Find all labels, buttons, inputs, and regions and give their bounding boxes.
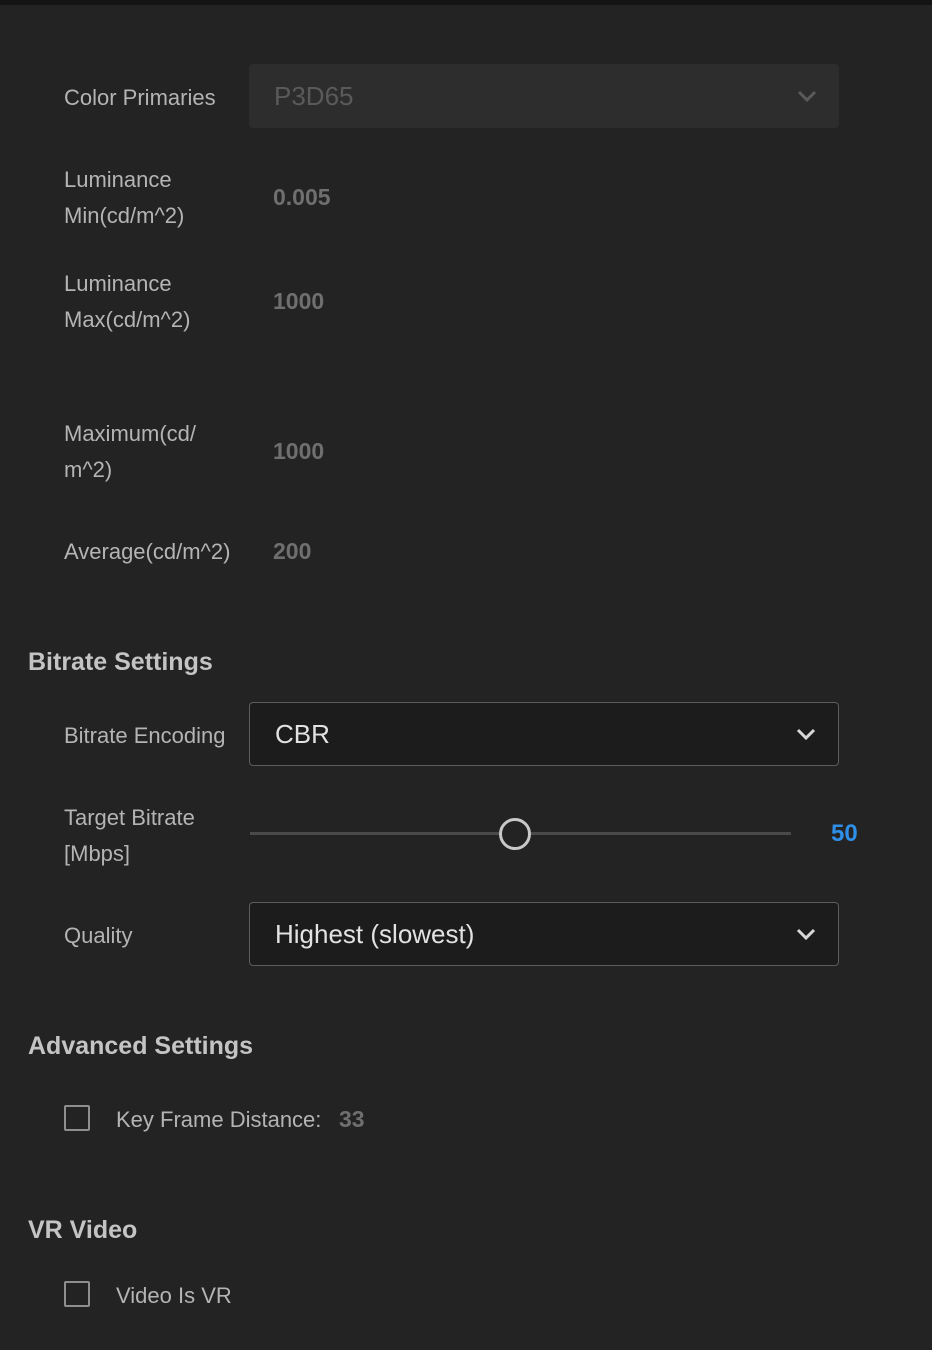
maximum-cll-value: 1000 bbox=[273, 438, 325, 464]
quality-select[interactable]: Highest (slowest) bbox=[249, 902, 839, 966]
top-divider bbox=[0, 0, 932, 5]
chevron-down-icon bbox=[797, 90, 817, 102]
average-fall-label: Average(cd/m^2) bbox=[64, 539, 231, 564]
color-primaries-select: P3D65 bbox=[249, 64, 839, 128]
video-is-vr-label: Video Is VR bbox=[116, 1283, 232, 1308]
color-primaries-value: P3D65 bbox=[274, 80, 354, 111]
luminance-max-label: Luminance Max(cd/m^2) bbox=[64, 271, 191, 332]
key-frame-distance-checkbox[interactable] bbox=[64, 1105, 90, 1131]
vr-video-heading: VR Video bbox=[28, 1216, 138, 1244]
target-bitrate-slider-thumb[interactable] bbox=[499, 818, 532, 850]
average-fall-value: 200 bbox=[273, 538, 312, 564]
bitrate-encoding-select[interactable]: CBR bbox=[249, 702, 839, 766]
advanced-settings-heading: Advanced Settings bbox=[28, 1032, 254, 1060]
luminance-min-label: Luminance Min(cd/m^2) bbox=[64, 167, 185, 228]
target-bitrate-label: Target Bitrate [Mbps] bbox=[64, 805, 195, 866]
video-is-vr-checkbox[interactable] bbox=[64, 1281, 90, 1307]
maximum-cll-label: Maximum(cd/ m^2) bbox=[64, 421, 197, 482]
quality-label: Quality bbox=[64, 923, 133, 948]
key-frame-distance-value: 33 bbox=[339, 1106, 365, 1132]
luminance-min-value: 0.005 bbox=[273, 184, 331, 210]
color-primaries-label: Color Primaries bbox=[64, 85, 216, 110]
bitrate-encoding-value: CBR bbox=[275, 718, 330, 749]
key-frame-distance-label: Key Frame Distance: bbox=[116, 1107, 322, 1132]
bitrate-settings-heading: Bitrate Settings bbox=[28, 648, 213, 676]
chevron-down-icon bbox=[796, 728, 816, 740]
luminance-max-value: 1000 bbox=[273, 288, 325, 314]
bitrate-encoding-label: Bitrate Encoding bbox=[64, 723, 226, 748]
chevron-down-icon bbox=[796, 928, 816, 940]
target-bitrate-value[interactable]: 50 bbox=[831, 820, 858, 848]
quality-value: Highest (slowest) bbox=[275, 918, 475, 949]
